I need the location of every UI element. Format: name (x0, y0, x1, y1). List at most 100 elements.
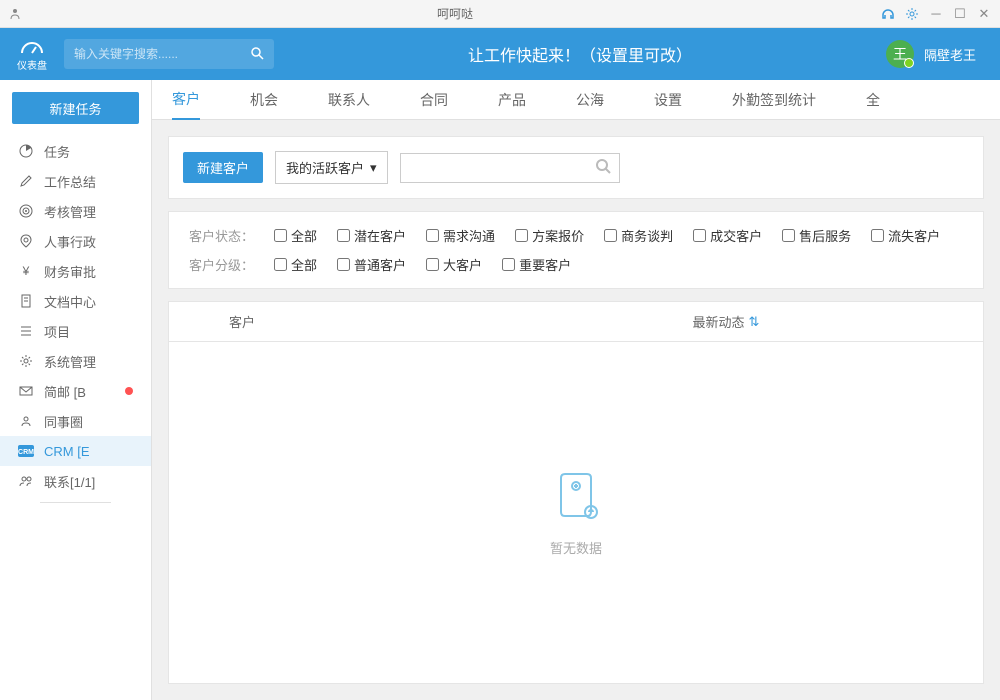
customer-search-input[interactable] (409, 160, 595, 175)
checkbox[interactable] (515, 229, 528, 242)
new-task-button[interactable]: 新建任务 (12, 92, 139, 124)
checkbox[interactable] (502, 258, 515, 271)
checkbox[interactable] (274, 258, 287, 271)
sidebar-item-10[interactable]: CRM CRM [E (0, 436, 151, 466)
filter-dropdown[interactable]: 我的活跃客户 ▾ (275, 151, 388, 184)
dashboard-icon[interactable]: 仪表盘 (14, 37, 50, 72)
checkbox[interactable] (426, 229, 439, 242)
username: 隔壁老王 (924, 45, 976, 64)
checkbox[interactable] (871, 229, 884, 242)
user-area[interactable]: 王 隔壁老王 (886, 40, 976, 68)
group-icon (18, 413, 34, 429)
app-header: 仪表盘 让工作快起来！（设置里可改） 王 隔壁老王 (0, 28, 1000, 80)
new-customer-button[interactable]: 新建客户 (183, 152, 263, 183)
sidebar-item-8[interactable]: 简邮 [B (0, 376, 151, 406)
status-option-4[interactable]: 商务谈判 (604, 226, 673, 245)
search-icon[interactable] (595, 158, 611, 177)
yen-icon: ¥ (18, 263, 34, 279)
tab-0[interactable]: 客户 (172, 80, 200, 120)
tab-8[interactable]: 全 (866, 80, 880, 120)
target-icon (18, 203, 34, 219)
status-label: 客户状态： (189, 226, 254, 245)
level-option-3[interactable]: 重要客户 (502, 255, 571, 274)
sidebar-item-7[interactable]: 系统管理 (0, 346, 151, 376)
global-search-input[interactable] (74, 47, 250, 61)
level-option-1[interactable]: 普通客户 (337, 255, 406, 274)
chevron-down-icon: ▾ (370, 160, 377, 176)
svg-text:CRM: CRM (18, 449, 34, 456)
status-option-7[interactable]: 流失客户 (871, 226, 940, 245)
minimize-button[interactable]: ─ (928, 6, 944, 22)
table-header: 客户 最新动态 ⇅ (169, 302, 983, 342)
people-icon (18, 473, 34, 489)
sidebar-item-9[interactable]: 同事圈 (0, 406, 151, 436)
sidebar: 新建任务 任务工作总结考核管理人事行政 ¥财务审批文档中心项目系统管理简邮 [B 同… (0, 80, 152, 700)
avatar[interactable]: 王 (886, 40, 914, 68)
checkbox[interactable] (604, 229, 617, 242)
status-option-3[interactable]: 方案报价 (515, 226, 584, 245)
sidebar-item-label: 同事圈 (44, 412, 83, 431)
tab-6[interactable]: 设置 (654, 80, 682, 120)
main-content: 客户 机会 联系人 合同 产品 公海 设置 外勤签到统计 全 新建客户 我的活跃客户 ▾ 客户状… (152, 80, 1000, 700)
level-option-2[interactable]: 大客户 (426, 255, 482, 274)
global-search[interactable] (64, 39, 274, 69)
checkbox[interactable] (337, 258, 350, 271)
tab-5[interactable]: 公海 (576, 80, 604, 120)
settings-icon[interactable] (904, 6, 920, 22)
sidebar-item-3[interactable]: 人事行政 (0, 226, 151, 256)
search-icon[interactable] (250, 46, 264, 63)
mail-icon (18, 383, 34, 399)
sort-icon[interactable]: ⇅ (749, 314, 760, 330)
sidebar-divider (40, 502, 111, 503)
sidebar-item-label: CRM [E (44, 444, 90, 459)
close-button[interactable]: ✕ (976, 6, 992, 22)
gear-icon (18, 353, 34, 369)
maximize-button[interactable]: ☐ (952, 6, 968, 22)
sidebar-item-6[interactable]: 项目 (0, 316, 151, 346)
sidebar-item-5[interactable]: 文档中心 (0, 286, 151, 316)
sidebar-item-label: 联系[1/1] (44, 472, 95, 491)
sidebar-item-label: 文档中心 (44, 292, 96, 311)
level-label: 客户分级： (189, 255, 254, 274)
sidebar-item-11[interactable]: 联系[1/1] (0, 466, 151, 496)
window-titlebar: 呵呵哒 ─ ☐ ✕ (0, 0, 1000, 28)
tab-7[interactable]: 外勤签到统计 (732, 80, 816, 120)
checkbox[interactable] (782, 229, 795, 242)
list-icon (18, 323, 34, 339)
sidebar-item-label: 人事行政 (44, 232, 96, 251)
window-title: 呵呵哒 (30, 5, 880, 22)
sidebar-item-label: 项目 (44, 322, 70, 341)
status-option-0[interactable]: 全部 (274, 226, 317, 245)
data-table: 客户 最新动态 ⇅ 暂无数据 (168, 301, 984, 684)
sidebar-item-0[interactable]: 任务 (0, 136, 151, 166)
notification-dot (125, 387, 133, 395)
checkbox[interactable] (426, 258, 439, 271)
tab-2[interactable]: 联系人 (328, 80, 370, 120)
sidebar-item-1[interactable]: 工作总结 (0, 166, 151, 196)
col-activity[interactable]: 最新动态 ⇅ (469, 312, 983, 331)
status-option-2[interactable]: 需求沟通 (426, 226, 495, 245)
sidebar-item-label: 任务 (44, 142, 70, 161)
tab-3[interactable]: 合同 (420, 80, 448, 120)
sidebar-item-2[interactable]: 考核管理 (0, 196, 151, 226)
col-customer: 客户 (169, 312, 469, 331)
sidebar-item-label: 系统管理 (44, 352, 96, 371)
app-icon (8, 7, 22, 21)
toolbar: 新建客户 我的活跃客户 ▾ (168, 136, 984, 199)
checkbox[interactable] (337, 229, 350, 242)
crm-tabs: 客户 机会 联系人 合同 产品 公海 设置 外勤签到统计 全 (152, 80, 1000, 120)
checkbox[interactable] (693, 229, 706, 242)
customer-search[interactable] (400, 153, 620, 183)
empty-state: 暂无数据 (169, 342, 983, 683)
tab-1[interactable]: 机会 (250, 80, 278, 120)
status-option-5[interactable]: 成交客户 (693, 226, 762, 245)
pin-icon (18, 233, 34, 249)
status-option-6[interactable]: 售后服务 (782, 226, 851, 245)
tab-4[interactable]: 产品 (498, 80, 526, 120)
headset-icon[interactable] (880, 6, 896, 22)
status-option-1[interactable]: 潜在客户 (337, 226, 406, 245)
sidebar-item-4[interactable]: ¥财务审批 (0, 256, 151, 286)
level-option-0[interactable]: 全部 (274, 255, 317, 274)
checkbox[interactable] (274, 229, 287, 242)
pie-icon (18, 143, 34, 159)
